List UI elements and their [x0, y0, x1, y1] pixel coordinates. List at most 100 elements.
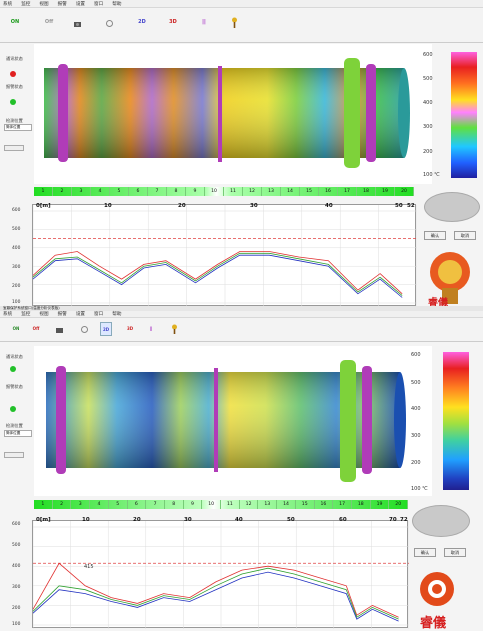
3d-button[interactable]: 3D [166, 19, 180, 25]
seg-20[interactable]: 20 [395, 187, 414, 196]
seg2-7[interactable]: 7 [146, 500, 165, 509]
seg2-3[interactable]: 3 [71, 500, 91, 509]
camera-icon-2[interactable] [55, 325, 64, 334]
bottom-ytick-500: 500 [12, 543, 21, 548]
menu-settings[interactable]: 设置 [76, 1, 85, 7]
position-select-2[interactable]: 筒体位置 [4, 430, 32, 437]
on-button-2[interactable]: ON [10, 326, 22, 331]
menu-window[interactable]: 窗口 [94, 1, 103, 7]
seg-11[interactable]: 11 [224, 187, 243, 196]
top-confirm-button[interactable]: 确认 [424, 231, 446, 240]
seg-1[interactable]: 1 [34, 187, 53, 196]
bottom-xtick-70: 70 [389, 517, 397, 523]
seg2-8[interactable]: 8 [165, 500, 184, 509]
menu2-settings[interactable]: 设置 [76, 311, 85, 317]
bottom-segment-bar: 1 2 3 4 5 6 7 8 9 10 11 12 13 14 15 16 1… [34, 500, 409, 509]
seg-2[interactable]: 2 [53, 187, 72, 196]
2d-button-2[interactable]: 2D [100, 322, 112, 336]
seg-15[interactable]: 15 [300, 187, 319, 196]
menu2-system[interactable]: 系统 [3, 311, 12, 317]
series-line-3 [32, 254, 403, 298]
top-colorbar [451, 52, 477, 178]
bottom-cbar-tick-300: 300 [411, 433, 421, 439]
top-xtick-30: 30 [250, 203, 258, 209]
seg2-9[interactable]: 9 [184, 500, 203, 509]
seg-5[interactable]: 5 [110, 187, 129, 196]
bottom-ytick-600: 600 [12, 522, 21, 527]
seg2-5[interactable]: 5 [109, 500, 128, 509]
seg-13[interactable]: 13 [262, 187, 281, 196]
seg2-1[interactable]: 1 [34, 500, 53, 509]
bottom-cbar-tick-100: 100 ℃ [411, 486, 428, 492]
position-button[interactable] [4, 145, 24, 151]
seg2-2[interactable]: 2 [53, 500, 72, 509]
camera-icon[interactable] [73, 19, 82, 28]
top-ytick-100: 100 [12, 300, 21, 305]
seg2-6[interactable]: 6 [128, 500, 147, 509]
alarm-status-label-2: 报警状态 [6, 384, 23, 389]
seg-19[interactable]: 19 [376, 187, 395, 196]
seg-3[interactable]: 3 [72, 187, 91, 196]
menu-monitor[interactable]: 监控 [21, 1, 30, 7]
bottom-xtick-40: 40 [235, 517, 243, 523]
menu2-window[interactable]: 窗口 [94, 311, 103, 317]
seg-12[interactable]: 12 [243, 187, 262, 196]
bottom-cbar-tick-400: 400 [411, 406, 421, 412]
seg2-12[interactable]: 12 [240, 500, 259, 509]
menu2-view[interactable]: 视图 [39, 311, 48, 317]
seg2-17[interactable]: 17 [333, 500, 352, 509]
top-menubar: 系统 监控 视图 报警 设置 窗口 帮助 [0, 0, 483, 8]
seg2-18[interactable]: 18 [352, 500, 371, 509]
seg-7[interactable]: 7 [148, 187, 167, 196]
seg-8[interactable]: 8 [167, 187, 186, 196]
seg2-13[interactable]: 13 [258, 500, 278, 509]
seg2-19[interactable]: 19 [371, 500, 390, 509]
bottom-confirm-button[interactable]: 确认 [414, 548, 436, 557]
seg-6[interactable]: 6 [129, 187, 148, 196]
menu2-monitor[interactable]: 监控 [21, 311, 30, 317]
top-cbar-tick-600: 600 [423, 52, 433, 58]
off-button-2[interactable]: Off [30, 326, 42, 331]
seg2-16[interactable]: 16 [315, 500, 334, 509]
menu-help[interactable]: 帮助 [112, 1, 121, 7]
bottom-ytick-400: 400 [12, 564, 21, 569]
seg-9[interactable]: 9 [186, 187, 205, 196]
pause-button-2[interactable]: || [146, 326, 156, 331]
seg-17[interactable]: 17 [338, 187, 357, 196]
series-line-1 [32, 562, 399, 618]
bottom-kiln-view [34, 346, 432, 496]
refresh-icon-2[interactable] [80, 325, 89, 334]
help-icon[interactable] [230, 17, 239, 28]
seg-10[interactable]: 10 [205, 187, 224, 196]
seg2-10[interactable]: 10 [202, 500, 222, 509]
seg2-15[interactable]: 15 [296, 500, 315, 509]
menu2-help[interactable]: 帮助 [112, 311, 121, 317]
menu-view[interactable]: 视图 [39, 1, 48, 7]
position-select[interactable]: 筒体位置 [4, 124, 32, 131]
seg-14[interactable]: 14 [281, 187, 300, 196]
menu2-alarm[interactable]: 报警 [58, 311, 67, 317]
off-button[interactable]: Off [42, 19, 56, 25]
bottom-company-logo [418, 570, 456, 608]
top-xtick-20: 20 [178, 203, 186, 209]
on-button[interactable]: ON [8, 19, 22, 25]
seg2-4[interactable]: 4 [90, 500, 109, 509]
refresh-icon[interactable] [105, 19, 114, 28]
pause-button[interactable]: || [198, 19, 210, 25]
top-xtick-52: 52 [407, 203, 415, 209]
menu-alarm[interactable]: 报警 [58, 1, 67, 7]
seg2-20[interactable]: 20 [389, 500, 409, 509]
seg2-14[interactable]: 14 [277, 500, 296, 509]
3d-button-2[interactable]: 3D [124, 326, 136, 331]
seg2-11[interactable]: 11 [221, 500, 240, 509]
top-cancel-button[interactable]: 取消 [454, 231, 476, 240]
seg-18[interactable]: 18 [357, 187, 376, 196]
seg-4[interactable]: 4 [91, 187, 110, 196]
series-line-2 [32, 252, 403, 296]
position-button-2[interactable] [4, 452, 24, 458]
seg-16[interactable]: 16 [319, 187, 338, 196]
help-icon-2[interactable] [170, 324, 179, 334]
bottom-cancel-button[interactable]: 取消 [444, 548, 466, 557]
2d-button[interactable]: 2D [135, 19, 149, 25]
menu-system[interactable]: 系统 [3, 1, 12, 7]
